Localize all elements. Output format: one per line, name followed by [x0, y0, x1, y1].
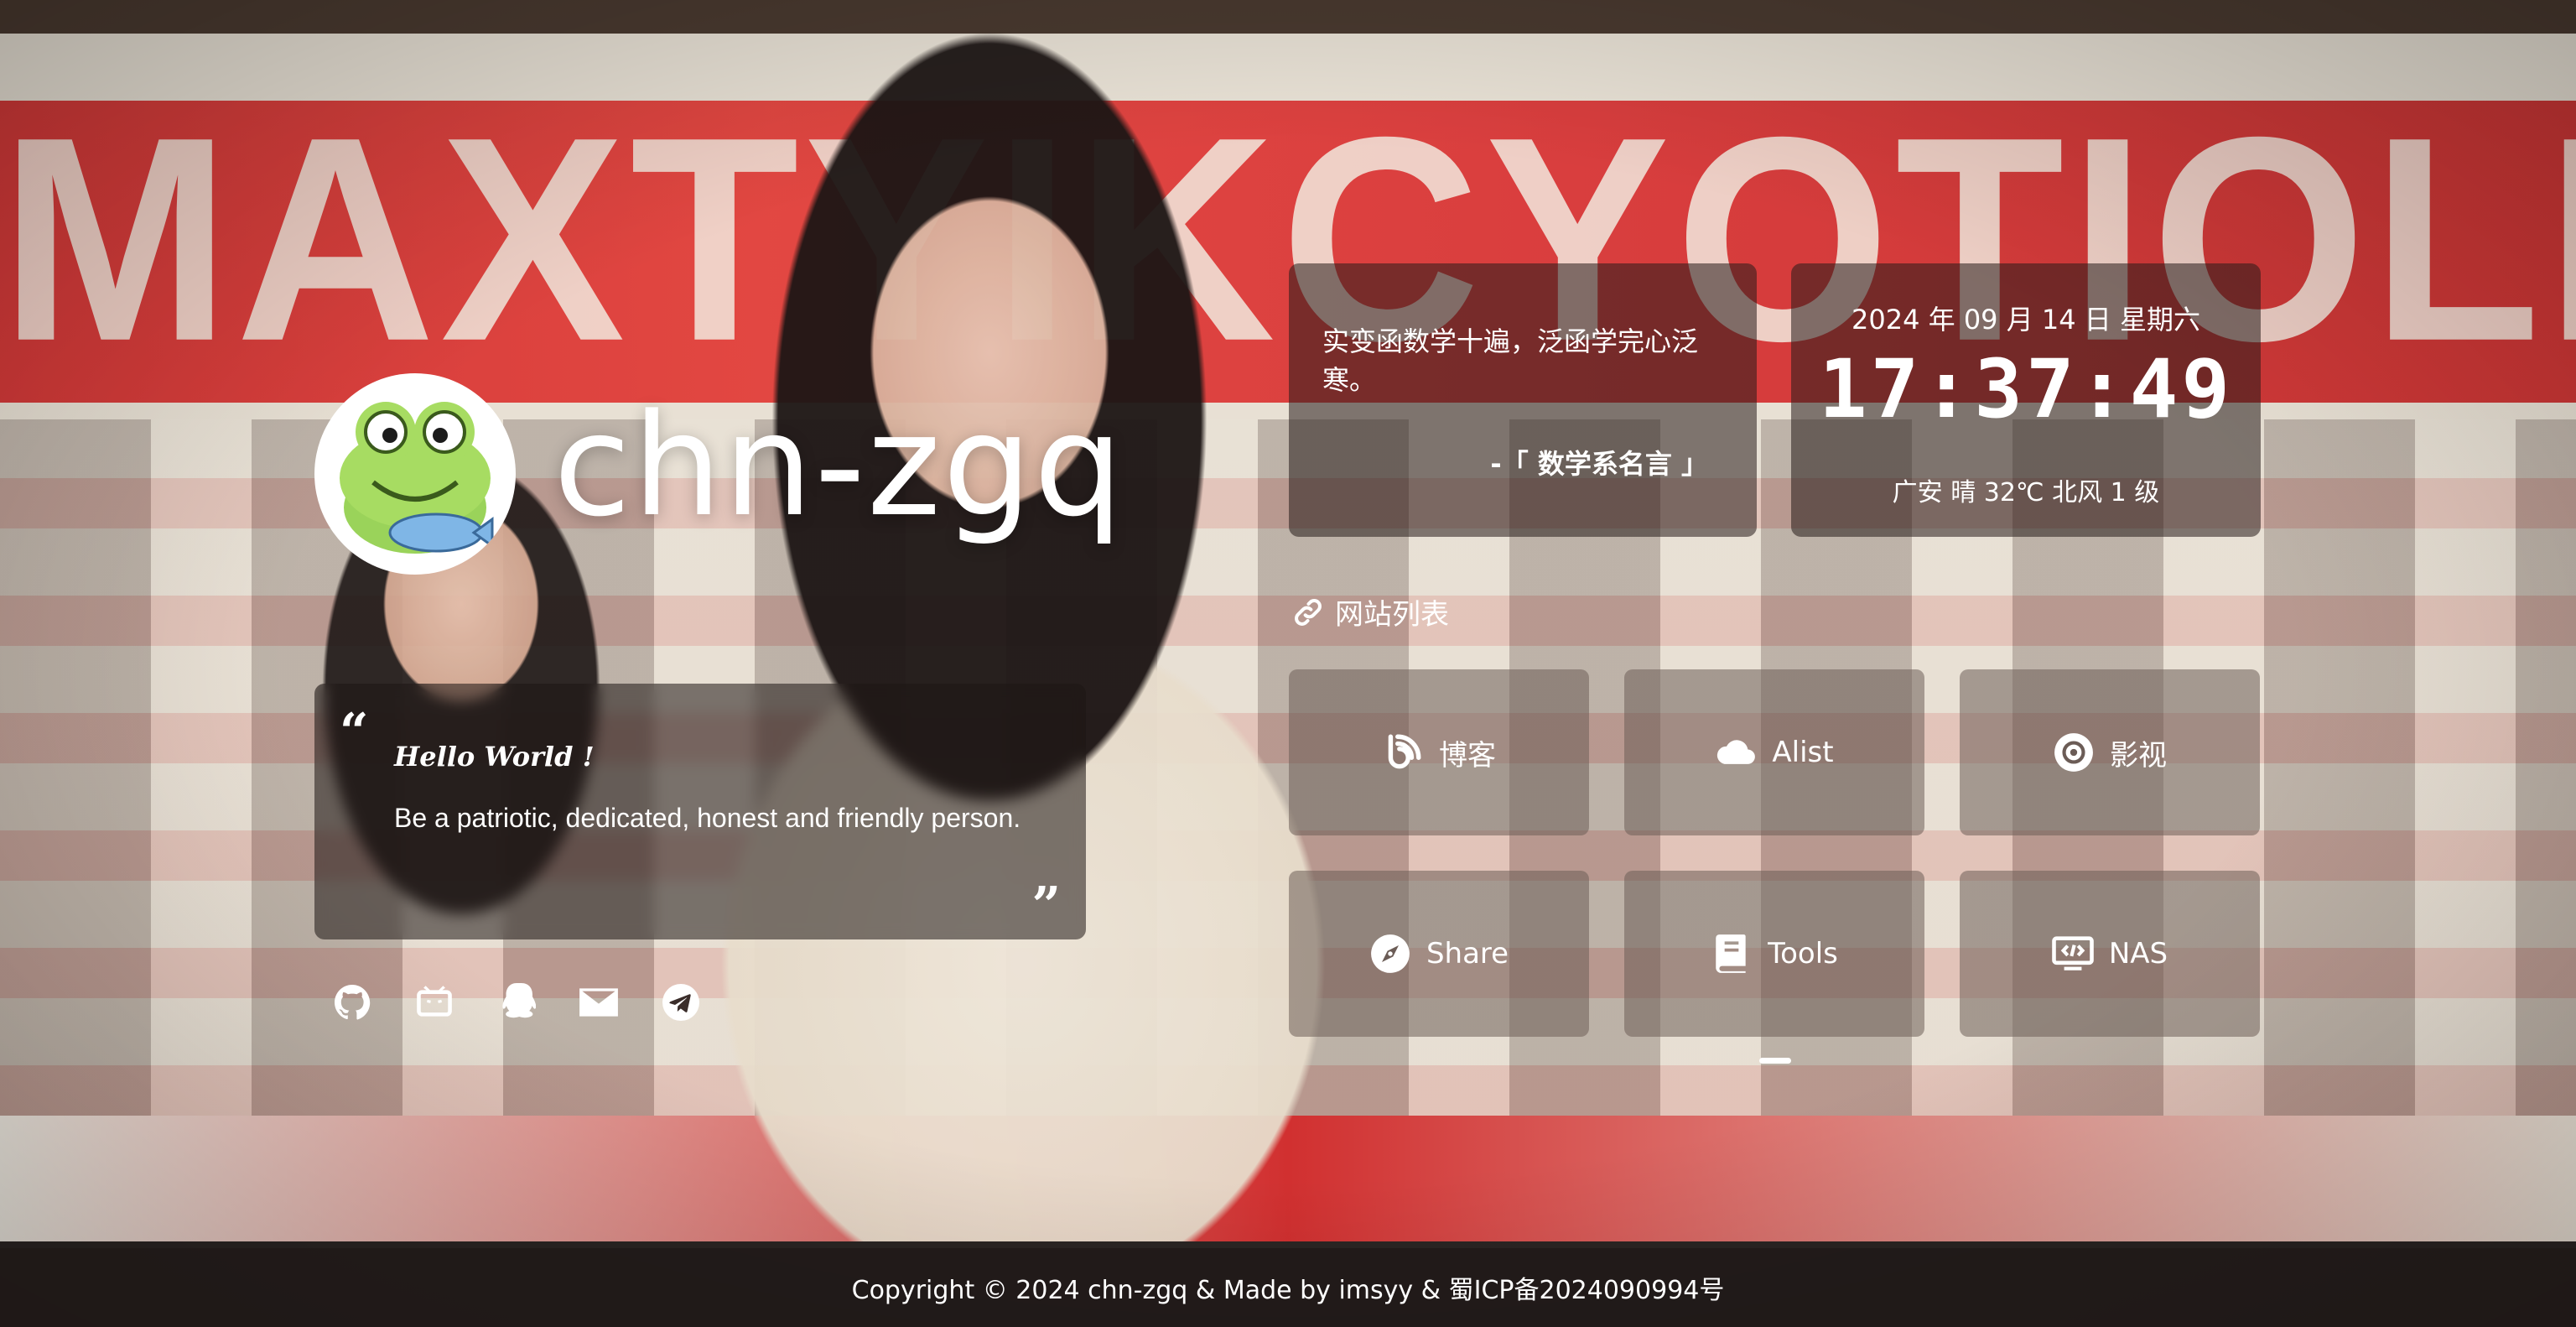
qq-icon[interactable] — [496, 981, 538, 1023]
clock: 17:37:49 — [1818, 342, 2234, 436]
page-indicator[interactable] — [1759, 1058, 1791, 1064]
site-title: chn-zgq — [553, 383, 1125, 548]
code-screen-icon — [2052, 933, 2094, 975]
email-icon[interactable] — [578, 981, 620, 1023]
site-list-heading-label: 网站列表 — [1335, 598, 1449, 632]
motto-source: -「 数学系名言 」 — [1490, 448, 1708, 480]
site-button-label: Share — [1426, 937, 1509, 971]
frog-avatar-icon — [340, 402, 494, 554]
hello-text: Be a patriotic, dedicated, honest and fr… — [394, 803, 1021, 833]
site-list-heading: 网站列表 — [1291, 591, 1449, 632]
bilibili-icon[interactable] — [413, 981, 455, 1023]
github-icon[interactable] — [331, 981, 373, 1023]
weather-text: 广安 晴 32℃ 北风 1 级 — [1892, 478, 2160, 507]
telegram-icon[interactable] — [660, 981, 702, 1023]
site-button-label: 影视 — [2110, 738, 2167, 773]
site-button-tools[interactable]: Tools — [1624, 871, 1924, 1037]
cloud-icon — [1715, 731, 1757, 773]
site-button-label: Alist — [1772, 736, 1834, 769]
link-icon — [1295, 598, 1322, 626]
motto-text: 实变函数学十遍，泛函学完心泛寒。 — [1322, 325, 1699, 396]
close-quote-icon: ” — [1031, 877, 1061, 935]
time-weather-card: 2024 年 09 月 14 日 星期六 17:37:49 广安 晴 32℃ 北… — [1791, 263, 2261, 537]
site-button-label: 博客 — [1439, 738, 1496, 773]
site-button-nas[interactable]: NAS — [1960, 871, 2260, 1037]
motto-card[interactable]: 实变函数学十遍，泛函学完心泛寒。 -「 数学系名言 」 — [1289, 263, 1757, 537]
hello-title: Hello World ! — [394, 741, 595, 773]
date-text: 2024 年 09 月 14 日 星期六 — [1852, 304, 2200, 336]
site-grid: 博客 Alist 影视 Share Tools NAS — [1289, 669, 2260, 1037]
site-button-label: Tools — [1768, 937, 1838, 971]
social-links — [331, 981, 702, 1023]
open-quote-icon: “ — [340, 703, 369, 762]
site-button-share[interactable]: Share — [1289, 871, 1589, 1037]
site-button-video[interactable]: 影视 — [1960, 669, 2260, 835]
hello-card: “ Hello World ! Be a patriotic, dedicate… — [314, 684, 1086, 939]
site-button-alist[interactable]: Alist — [1624, 669, 1924, 835]
blog-icon — [1382, 731, 1424, 773]
site-button-blog[interactable]: 博客 — [1289, 669, 1589, 835]
footer: Copyright © 2024 chn-zgq & Made by imsyy… — [0, 1248, 2576, 1327]
book-icon — [1711, 933, 1753, 975]
copyright-text: Copyright © 2024 chn-zgq & Made by imsyy… — [851, 1276, 1725, 1305]
avatar — [314, 373, 516, 575]
background-image: MAXTYIKCYOTIOLNE — [0, 0, 2576, 1327]
site-button-label: NAS — [2108, 937, 2168, 971]
disc-icon — [2053, 731, 2095, 773]
compass-icon — [1369, 933, 1411, 975]
